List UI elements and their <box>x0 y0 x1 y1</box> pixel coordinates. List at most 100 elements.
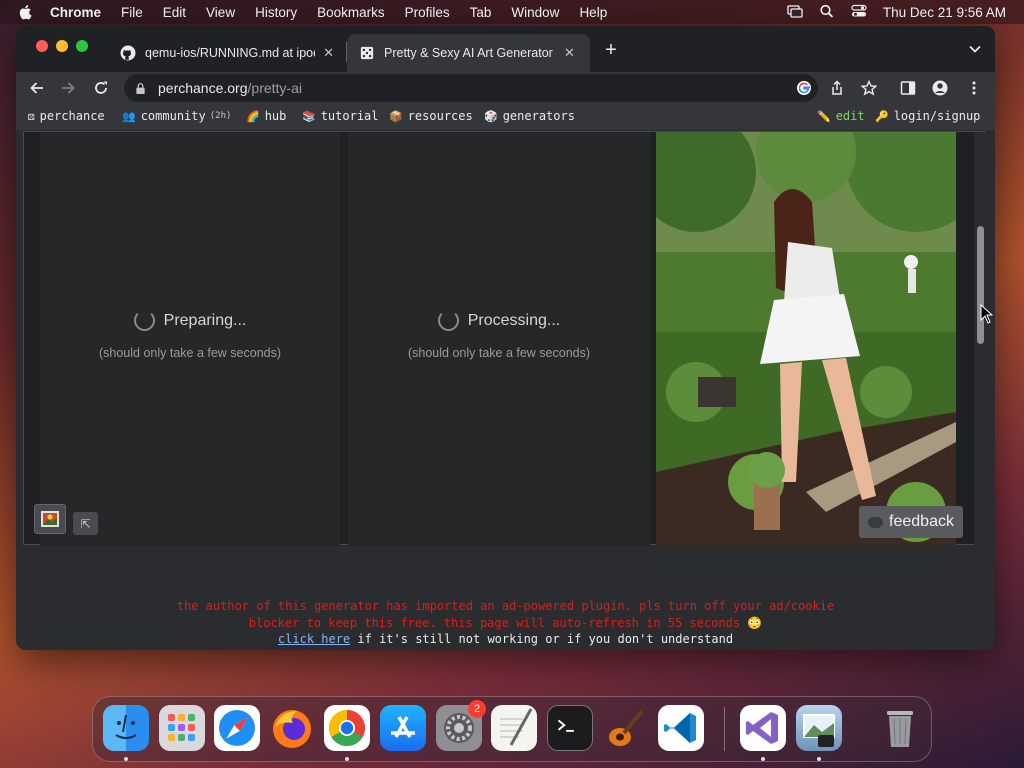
profile-avatar-icon[interactable] <box>930 78 950 98</box>
bookmark-edit[interactable]: ✏️ edit <box>817 109 865 123</box>
new-tab-button[interactable]: + <box>600 39 622 62</box>
image-gallery-icon[interactable] <box>34 504 66 534</box>
launchpad-icon[interactable] <box>159 705 205 751</box>
menu-window[interactable]: Window <box>511 5 559 20</box>
finder-icon[interactable] <box>103 705 149 751</box>
menubar-clock[interactable]: Thu Dec 21 9:56 AM <box>883 5 1006 20</box>
speech-bubble-icon <box>868 516 884 528</box>
bookmark-star-icon[interactable] <box>859 78 879 98</box>
loading-status: Processing... (should only take a few se… <box>348 310 650 360</box>
firefox-icon[interactable] <box>269 705 315 751</box>
side-panel-icon[interactable] <box>898 78 918 98</box>
feedback-label: feedback <box>889 513 954 530</box>
gallery-scrollbar-thumb[interactable] <box>977 226 984 344</box>
terminal-icon[interactable] <box>547 705 593 751</box>
notice-line-2: blocker to keep this free. this page wil… <box>248 615 763 630</box>
mouse-cursor-icon <box>980 304 994 324</box>
dice-icon: ⚄ <box>28 109 35 123</box>
trash-icon[interactable] <box>877 705 923 751</box>
safari-icon[interactable] <box>214 705 260 751</box>
url-path: /pretty-ai <box>247 80 302 96</box>
menu-app-name[interactable]: Chrome <box>50 5 101 20</box>
pencil-icon: ✏️ <box>817 109 831 123</box>
page-content: Preparing... (should only take a few sec… <box>16 130 995 650</box>
running-indicator <box>124 757 128 761</box>
menu-bookmarks[interactable]: Bookmarks <box>317 5 385 20</box>
browser-toolbar: perchance.org/pretty-ai <box>16 72 995 104</box>
generated-image[interactable] <box>656 132 956 546</box>
click-here-link[interactable]: click here <box>278 632 350 646</box>
bookmark-generators[interactable]: 🎲 generators <box>484 109 575 123</box>
key-icon: 🔑 <box>875 109 889 123</box>
notification-badge: 2 <box>468 700 486 718</box>
bookmark-login[interactable]: 🔑 login/signup <box>875 109 980 123</box>
menu-history[interactable]: History <box>255 5 297 20</box>
status-subtext: (should only take a few seconds) <box>98 346 282 360</box>
url-text: perchance.org/pretty-ai <box>158 80 302 96</box>
minimize-window-button[interactable] <box>56 40 68 52</box>
bookmark-label: edit <box>835 109 865 123</box>
bookmark-perchance[interactable]: ⚄ perchance <box>28 109 105 123</box>
notice-line-3-text: if it's still not working or if you don'… <box>350 632 734 646</box>
bookmark-label: resources <box>407 109 473 123</box>
tab-strip: qemu-ios/RUNNING.md at ipod ✕ Pretty & S… <box>16 26 995 72</box>
screen-mirroring-icon[interactable] <box>787 4 803 21</box>
notice-line-3: click here if it's still not working or … <box>16 631 995 648</box>
running-indicator <box>761 757 765 761</box>
garageband-icon[interactable] <box>602 705 648 751</box>
vscode-icon[interactable] <box>658 705 704 751</box>
bookmark-resources[interactable]: 📦 resources <box>389 109 473 123</box>
control-center-icon[interactable] <box>851 4 867 21</box>
textedit-icon[interactable] <box>491 705 537 751</box>
close-tab-icon[interactable]: ✕ <box>323 45 334 61</box>
dock-separator <box>724 707 725 751</box>
notice-line-1: the author of this generator has importe… <box>176 599 835 613</box>
chrome-icon[interactable] <box>324 705 370 751</box>
forward-button[interactable] <box>57 77 79 99</box>
bookmark-tutorial[interactable]: 📚 tutorial <box>302 109 379 123</box>
spinner-icon <box>133 310 155 331</box>
menu-file[interactable]: File <box>121 5 143 20</box>
preview-icon[interactable] <box>796 705 842 751</box>
app-store-icon[interactable] <box>380 705 426 751</box>
address-bar[interactable]: perchance.org/pretty-ai <box>124 74 818 102</box>
image-slot-processing: Processing... (should only take a few se… <box>348 132 650 546</box>
tab-search-chevron-icon[interactable] <box>969 41 981 59</box>
books-icon: 📚 <box>302 109 316 123</box>
back-button[interactable] <box>26 77 48 99</box>
close-window-button[interactable] <box>36 40 48 52</box>
menu-profiles[interactable]: Profiles <box>405 5 450 20</box>
menu-help[interactable]: Help <box>579 5 607 20</box>
status-subtext: (should only take a few seconds) <box>407 346 591 360</box>
lock-icon[interactable] <box>135 81 147 95</box>
bookmark-label: community <box>140 109 206 123</box>
bookmark-label: perchance <box>39 109 105 123</box>
reload-button[interactable] <box>90 77 112 99</box>
tab-github[interactable]: qemu-ios/RUNNING.md at ipod ✕ <box>108 34 346 72</box>
bookmark-community[interactable]: 👥 community (2h) <box>122 109 231 123</box>
bookmark-label: hub <box>264 109 287 123</box>
bookmark-hub[interactable]: 🌈 hub <box>246 109 286 123</box>
bookmarks-bar: ⚄ perchance 👥 community (2h) 🌈 hub 📚 tutorial… <box>16 104 995 130</box>
bookmark-label: generators <box>502 109 575 123</box>
feedback-button[interactable]: feedback <box>859 506 963 538</box>
url-host: perchance.org <box>158 80 248 96</box>
visual-studio-icon[interactable] <box>740 705 786 751</box>
menu-edit[interactable]: Edit <box>163 5 186 20</box>
macos-dock: 2 <box>92 696 932 762</box>
image-slot-preparing: Preparing... (should only take a few sec… <box>40 132 340 546</box>
loading-status: Preparing... (should only take a few sec… <box>40 310 340 360</box>
google-lens-icon[interactable] <box>795 79 813 97</box>
tab-perchance-active[interactable]: Pretty & Sexy AI Art Generator ✕ <box>347 34 590 72</box>
spotlight-search-icon[interactable] <box>819 4 835 21</box>
zoom-window-button[interactable] <box>76 40 88 52</box>
menu-view[interactable]: View <box>206 5 235 20</box>
dice-icon <box>359 45 375 61</box>
expand-icon[interactable]: ⇱ <box>73 512 98 535</box>
menu-tab[interactable]: Tab <box>470 5 492 20</box>
apple-menu-icon[interactable] <box>18 4 36 20</box>
chrome-menu-icon[interactable] <box>964 78 984 98</box>
system-settings-icon[interactable]: 2 <box>436 700 486 751</box>
share-icon[interactable] <box>827 78 847 98</box>
close-tab-icon[interactable]: ✕ <box>564 45 575 61</box>
